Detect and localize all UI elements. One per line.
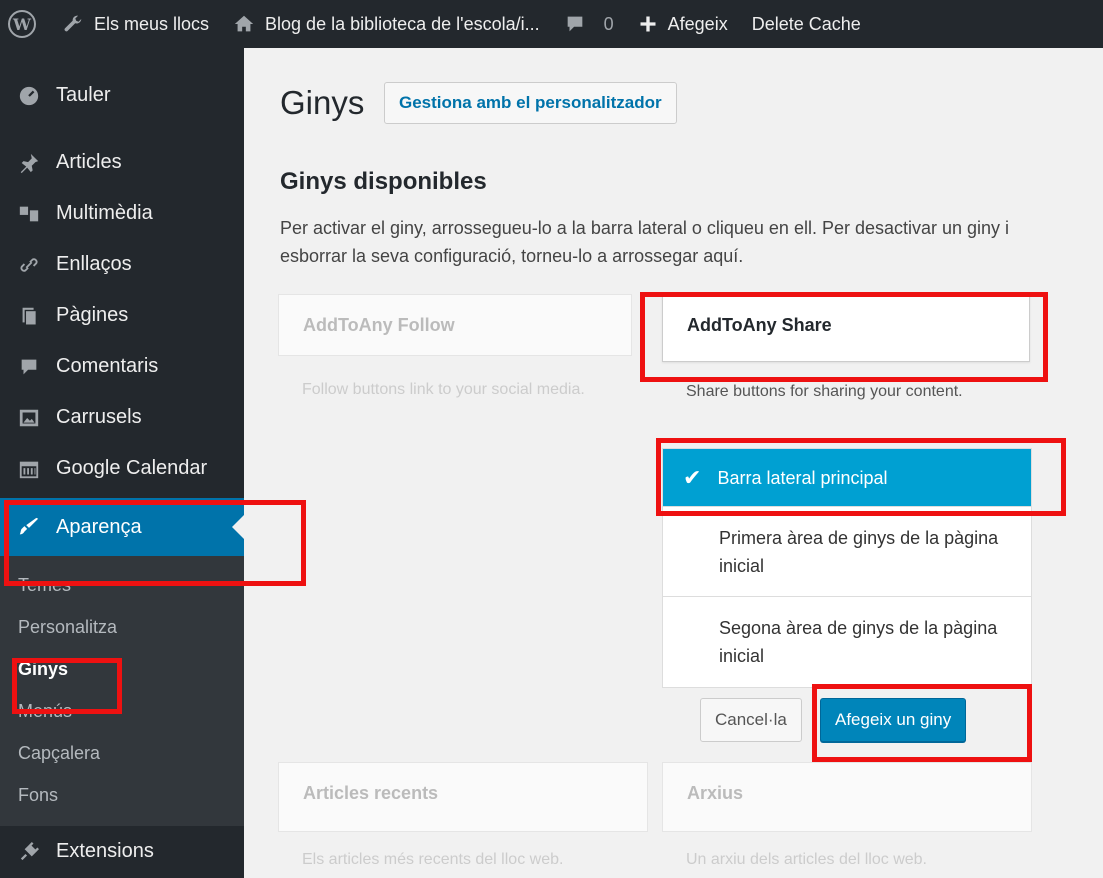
calendar-icon <box>16 458 42 480</box>
submenu-item-ginys[interactable]: Ginys <box>0 648 244 690</box>
widget-description: Els articles més recents del lloc web. <box>302 851 564 868</box>
my-sites-menu[interactable]: Els meus llocs <box>50 0 221 48</box>
sidebar-item-google-calendar[interactable]: Google Calendar <box>0 443 244 494</box>
sidebar-item-label: Comentaris <box>56 355 159 377</box>
sidebar-item-label: Articles <box>56 151 122 173</box>
sidebar-item-label: Pàgines <box>56 304 129 326</box>
checkmark-icon: ✔ <box>683 464 702 490</box>
my-sites-label: Els meus llocs <box>94 13 210 34</box>
chooser-option-label: Segona àrea de ginys de la pàgina inicia… <box>719 618 998 666</box>
comment-bubble-icon <box>564 13 586 35</box>
delete-cache-label: Delete Cache <box>751 13 861 34</box>
comment-icon <box>16 356 42 378</box>
image-icon <box>16 407 42 429</box>
appearance-submenu: Temes Personalitza Ginys Menús Capçalera… <box>0 556 244 826</box>
sidebar-chooser: ✔ Barra lateral principal Primera àrea d… <box>662 448 1032 688</box>
submenu-item-fons[interactable]: Fons <box>0 774 244 816</box>
admin-sidebar: Tauler Articles Multimèdia Enllaços Pàgi… <box>0 48 244 878</box>
manage-with-customizer-button[interactable]: Gestiona amb el personalitzador <box>384 82 677 124</box>
widget-articles-recents[interactable]: Articles recents <box>278 762 648 832</box>
sidebar-item-label: Tauler <box>56 84 111 106</box>
available-widgets-description: Per activar el giny, arrossegueu-lo a la… <box>280 218 1010 266</box>
media-icon <box>16 203 42 225</box>
sidebar-item-label: Extensions <box>56 840 154 862</box>
sidebar-item-carrusels[interactable]: Carrusels <box>0 392 244 443</box>
sidebar-item-enllacos[interactable]: Enllaços <box>0 239 244 290</box>
link-icon <box>16 254 42 276</box>
widget-description: Un arxiu dels articles del lloc web. <box>686 851 927 868</box>
submenu-item-capcalera[interactable]: Capçalera <box>0 732 244 774</box>
available-widgets-title: Ginys disponibles <box>280 168 487 195</box>
comments-count: 0 <box>603 13 614 34</box>
cancel-button[interactable]: Cancel·la <box>700 698 802 742</box>
sidebar-item-multimedia[interactable]: Multimèdia <box>0 188 244 239</box>
add-new-menu[interactable]: Afegeix <box>626 0 740 48</box>
comments-menu[interactable]: 0 <box>552 0 626 48</box>
wrench-icon <box>62 13 84 35</box>
admin-bar: W Els meus llocs Blog de la biblioteca d… <box>0 0 1103 48</box>
widget-description: Follow buttons link to your social media… <box>302 381 585 398</box>
site-name-label: Blog de la biblioteca de l'escola/i... <box>265 13 540 34</box>
sidebar-item-label: Enllaços <box>56 253 132 275</box>
plugin-icon <box>16 841 42 863</box>
sidebar-item-articles[interactable]: Articles <box>0 137 244 188</box>
widget-title: Articles recents <box>303 783 439 803</box>
sidebar-item-aparenca[interactable]: Aparença <box>0 498 244 556</box>
chooser-option-main-sidebar[interactable]: ✔ Barra lateral principal <box>663 449 1031 507</box>
widget-addtoany-share[interactable]: AddToAny Share <box>662 294 1030 362</box>
chooser-option-label: Barra lateral principal <box>717 467 888 488</box>
page-title: Ginys <box>280 84 365 121</box>
chooser-option-second-home-area[interactable]: Segona àrea de ginys de la pàgina inicia… <box>663 597 1031 687</box>
add-new-label: Afegeix <box>667 13 728 34</box>
widget-arxius[interactable]: Arxius <box>662 762 1032 832</box>
home-icon <box>233 13 255 35</box>
widget-addtoany-follow[interactable]: AddToAny Follow <box>278 294 632 356</box>
submenu-item-menus[interactable]: Menús <box>0 690 244 732</box>
site-name-menu[interactable]: Blog de la biblioteca de l'escola/i... <box>221 0 552 48</box>
pages-icon <box>16 305 42 327</box>
chooser-option-first-home-area[interactable]: Primera àrea de ginys de la pàgina inici… <box>663 507 1031 597</box>
add-widget-button[interactable]: Afegeix un giny <box>820 698 967 742</box>
widget-title: Arxius <box>687 783 744 803</box>
widget-description: Share buttons for sharing your content. <box>686 383 963 400</box>
wordpress-logo-icon[interactable]: W <box>8 10 36 38</box>
sidebar-item-label: Google Calendar <box>56 457 208 479</box>
sidebar-item-extensions[interactable]: Extensions <box>0 826 244 877</box>
sidebar-item-pagines[interactable]: Pàgines <box>0 290 244 341</box>
sidebar-item-tauler[interactable]: Tauler <box>0 70 244 121</box>
submenu-item-temes[interactable]: Temes <box>0 564 244 606</box>
widget-title: AddToAny Follow <box>303 315 455 335</box>
pin-icon <box>16 152 42 174</box>
main-content: Ginys Gestiona amb el personalitzador Gi… <box>244 48 1103 878</box>
sidebar-item-label: Carrusels <box>56 406 142 428</box>
submenu-item-personalitza[interactable]: Personalitza <box>0 606 244 648</box>
sidebar-item-label: Multimèdia <box>56 202 153 224</box>
plus-icon <box>638 14 658 34</box>
sidebar-item-label: Aparença <box>56 515 142 538</box>
dashboard-icon <box>16 85 42 107</box>
delete-cache-link[interactable]: Delete Cache <box>740 0 873 48</box>
widget-title: AddToAny Share <box>687 315 832 335</box>
brush-icon <box>16 516 42 538</box>
chooser-option-label: Primera àrea de ginys de la pàgina inici… <box>719 527 999 576</box>
sidebar-item-comentaris[interactable]: Comentaris <box>0 341 244 392</box>
